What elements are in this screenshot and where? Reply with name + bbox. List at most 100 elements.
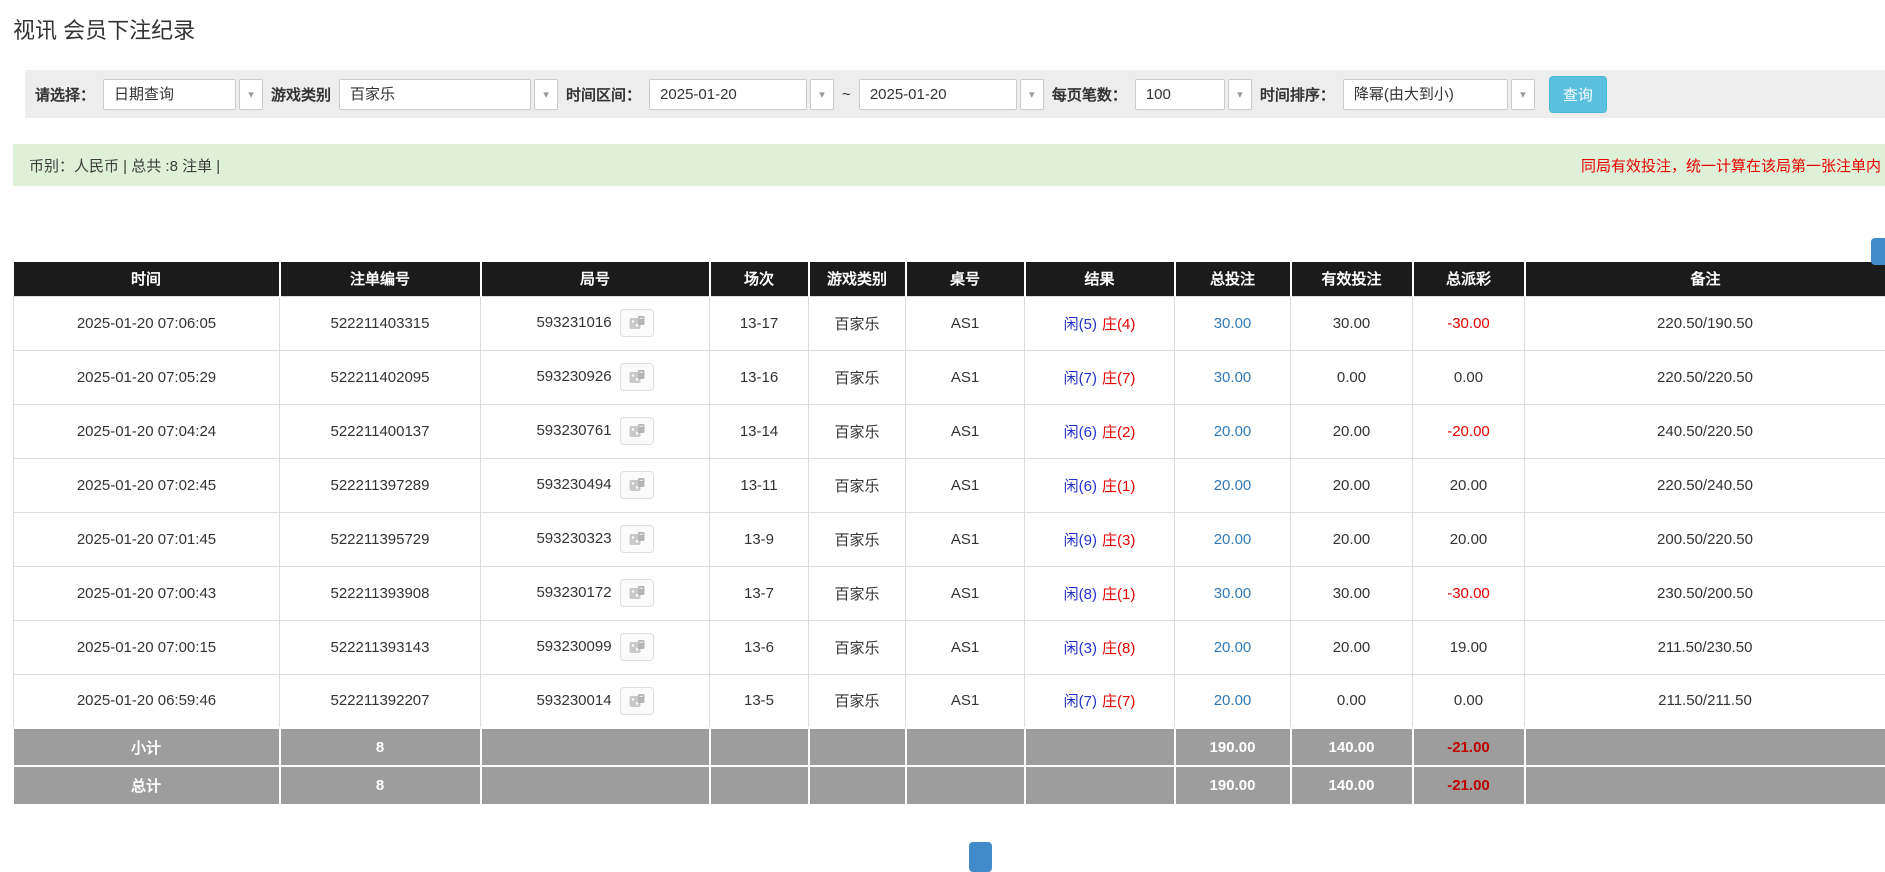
total-bet-link[interactable]: 20.00 <box>1214 477 1252 494</box>
summary-count-cell: 8 <box>280 766 481 804</box>
payout-cell: -30.00 <box>1413 296 1525 350</box>
side-panel-button-partial[interactable] <box>1871 238 1885 265</box>
total-bet-link[interactable]: 20.00 <box>1214 423 1252 440</box>
sort-value[interactable]: 降幂(由大到小) <box>1343 79 1508 110</box>
total-bet-cell: 20.00 <box>1175 674 1291 728</box>
query-type-select[interactable]: 日期查询 ▾ <box>103 79 263 110</box>
round-cell: 593230014 <box>481 674 710 728</box>
remark-cell: 211.50/211.50 <box>1525 674 1885 728</box>
summary-label-cell: 小计 <box>14 728 280 766</box>
game-type-cell: 百家乐 <box>809 512 906 566</box>
remark-cell: 240.50/220.50 <box>1525 404 1885 458</box>
table-row: 2025-01-20 07:00:15522211393143593230099… <box>14 620 1885 674</box>
view-round-button[interactable] <box>620 417 654 445</box>
bet-id-cell: 522211400137 <box>280 404 481 458</box>
total-bet-link[interactable]: 20.00 <box>1214 692 1252 709</box>
payout-cell: 20.00 <box>1413 512 1525 566</box>
table-no-cell: AS1 <box>906 458 1025 512</box>
date-to-value[interactable]: 2025-01-20 <box>859 79 1017 110</box>
valid-bet-cell: 0.00 <box>1291 350 1413 404</box>
chevron-down-icon[interactable]: ▾ <box>534 79 558 110</box>
round-id: 593230761 <box>536 422 611 439</box>
view-round-button[interactable] <box>620 363 654 391</box>
chevron-down-icon[interactable]: ▾ <box>239 79 263 110</box>
query-type-value[interactable]: 日期查询 <box>103 79 236 110</box>
total-bet-cell: 20.00 <box>1175 512 1291 566</box>
summary-notice: 同局有效投注，统一计算在该局第一张注单内 <box>1581 155 1881 176</box>
game-type-cell: 百家乐 <box>809 566 906 620</box>
session-cell: 13-16 <box>710 350 809 404</box>
view-round-button[interactable] <box>620 633 654 661</box>
game-type-cell: 百家乐 <box>809 296 906 350</box>
valid-bet-cell: 20.00 <box>1291 404 1413 458</box>
round-cell: 593230761 <box>481 404 710 458</box>
date-from-picker[interactable]: 2025-01-20 ▾ <box>649 79 834 110</box>
column-header: 总派彩 <box>1413 262 1525 296</box>
date-to-picker[interactable]: 2025-01-20 ▾ <box>859 79 1044 110</box>
round-id: 593230014 <box>536 692 611 709</box>
session-cell: 13-17 <box>710 296 809 350</box>
game-record-icon <box>628 423 646 439</box>
total-bet-link[interactable]: 20.00 <box>1214 531 1252 548</box>
valid-bet-cell: 30.00 <box>1291 566 1413 620</box>
total-bet-link[interactable]: 30.00 <box>1214 585 1252 602</box>
time-cell: 2025-01-20 07:00:43 <box>14 566 280 620</box>
round-id: 593230099 <box>536 638 611 655</box>
time-cell: 2025-01-20 07:00:15 <box>14 620 280 674</box>
banker-result: 庄(7) <box>1102 370 1135 387</box>
remark-cell: 220.50/190.50 <box>1525 296 1885 350</box>
chevron-down-icon[interactable]: ▾ <box>810 79 834 110</box>
search-button[interactable]: 查询 <box>1549 76 1607 113</box>
round-cell: 593230494 <box>481 458 710 512</box>
page-size-value[interactable]: 100 <box>1135 79 1225 110</box>
chevron-down-icon[interactable]: ▾ <box>1511 79 1535 110</box>
time-cell: 2025-01-20 07:05:29 <box>14 350 280 404</box>
round-id: 593230172 <box>536 584 611 601</box>
page-title: 视讯 会员下注纪录 <box>13 18 1885 44</box>
session-cell: 13-6 <box>710 620 809 674</box>
view-round-button[interactable] <box>620 579 654 607</box>
summary-label-cell: 总计 <box>14 766 280 804</box>
filter-bar: 请选择： 日期查询 ▾ 游戏类别 百家乐 ▾ 时间区间： 2025-01-20 … <box>25 70 1885 118</box>
summary-total-bet-cell: 190.00 <box>1175 766 1291 804</box>
pagination-button-partial[interactable] <box>969 842 992 872</box>
payout-cell: 19.00 <box>1413 620 1525 674</box>
view-round-button[interactable] <box>620 471 654 499</box>
view-round-button[interactable] <box>620 309 654 337</box>
game-type-label: 游戏类别 <box>271 84 331 105</box>
payout-cell: -20.00 <box>1413 404 1525 458</box>
total-bet-link[interactable]: 30.00 <box>1214 369 1252 386</box>
bet-id-cell: 522211392207 <box>280 674 481 728</box>
summary-bar: 币别：人民币 | 总共 :8 注单 | 同局有效投注，统一计算在该局第一张注单内 <box>13 144 1885 186</box>
summary-payout-cell: -21.00 <box>1413 728 1525 766</box>
page-size-select[interactable]: 100 ▾ <box>1135 79 1252 110</box>
session-cell: 13-9 <box>710 512 809 566</box>
banker-result: 庄(8) <box>1102 640 1135 657</box>
player-result: 闲(8) <box>1064 586 1097 603</box>
table-no-cell: AS1 <box>906 512 1025 566</box>
sort-select[interactable]: 降幂(由大到小) ▾ <box>1343 79 1535 110</box>
result-cell: 闲(8)庄(1) <box>1025 566 1175 620</box>
game-type-value[interactable]: 百家乐 <box>339 79 531 110</box>
result-cell: 闲(7)庄(7) <box>1025 674 1175 728</box>
round-cell: 593230099 <box>481 620 710 674</box>
valid-bet-cell: 20.00 <box>1291 458 1413 512</box>
banker-result: 庄(1) <box>1102 478 1135 495</box>
total-bet-link[interactable]: 20.00 <box>1214 639 1252 656</box>
round-id: 593231016 <box>536 314 611 331</box>
view-round-button[interactable] <box>620 525 654 553</box>
total-bet-link[interactable]: 30.00 <box>1214 315 1252 332</box>
chevron-down-icon[interactable]: ▾ <box>1020 79 1044 110</box>
remark-cell: 200.50/220.50 <box>1525 512 1885 566</box>
summary-info: 币别：人民币 | 总共 :8 注单 | <box>29 155 220 176</box>
chevron-down-icon[interactable]: ▾ <box>1228 79 1252 110</box>
remark-cell: 230.50/200.50 <box>1525 566 1885 620</box>
game-type-select[interactable]: 百家乐 ▾ <box>339 79 558 110</box>
round-cell: 593230323 <box>481 512 710 566</box>
column-header: 总投注 <box>1175 262 1291 296</box>
total-bet-cell: 30.00 <box>1175 296 1291 350</box>
result-cell: 闲(6)庄(2) <box>1025 404 1175 458</box>
date-from-value[interactable]: 2025-01-20 <box>649 79 807 110</box>
view-round-button[interactable] <box>620 687 654 715</box>
session-cell: 13-14 <box>710 404 809 458</box>
